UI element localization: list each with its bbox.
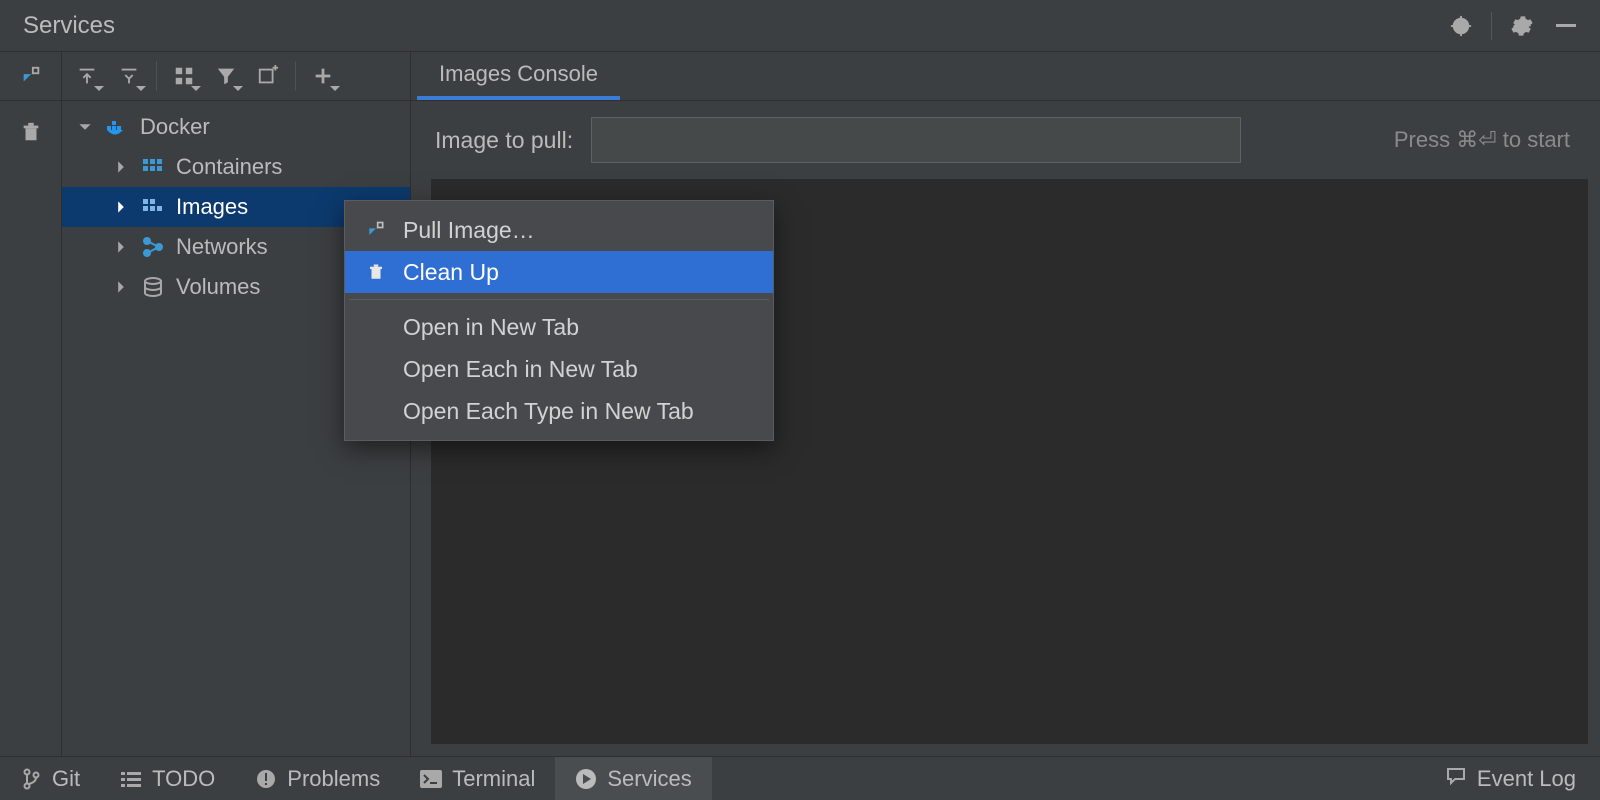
status-terminal[interactable]: Terminal	[400, 757, 555, 800]
chevron-right-icon	[112, 160, 130, 174]
menu-item-open-each-new-tab[interactable]: Open Each in New Tab	[345, 348, 773, 390]
tree-label: Containers	[176, 154, 282, 180]
filter-icon[interactable]	[207, 57, 245, 95]
status-todo[interactable]: TODO	[100, 757, 235, 800]
menu-separator	[349, 299, 769, 300]
toolbar-divider	[156, 61, 157, 91]
status-label: TODO	[152, 766, 215, 792]
status-label: Problems	[287, 766, 380, 792]
images-icon	[140, 198, 166, 216]
expand-all-icon[interactable]	[68, 57, 106, 95]
warning-icon	[255, 769, 277, 789]
play-circle-icon	[575, 768, 597, 790]
minimize-icon[interactable]	[1552, 12, 1580, 40]
trash-icon[interactable]	[12, 113, 50, 151]
tree-label: Volumes	[176, 274, 260, 300]
status-event-log[interactable]: Event Log	[1421, 757, 1600, 800]
menu-item-open-each-type-new-tab[interactable]: Open Each Type in New Tab	[345, 390, 773, 432]
add-icon[interactable]	[304, 57, 342, 95]
containers-icon	[140, 158, 166, 176]
tab-images-console[interactable]: Images Console	[417, 52, 620, 100]
branch-icon	[20, 768, 42, 790]
pull-hint: Press ⌘⏎ to start	[1394, 127, 1570, 153]
tree-node-docker[interactable]: Docker	[62, 107, 410, 147]
main-area: Docker Containers Images	[0, 101, 1600, 756]
context-menu: Pull Image… Clean Up Open in New Tab Ope…	[344, 200, 774, 441]
volumes-icon	[140, 277, 166, 297]
target-icon[interactable]	[1447, 12, 1475, 40]
status-bar: Git TODO Problems Terminal Services Even…	[0, 756, 1600, 800]
group-by-icon[interactable]	[165, 57, 203, 95]
pull-label: Image to pull:	[435, 127, 573, 154]
menu-item-pull-image[interactable]: Pull Image…	[345, 209, 773, 251]
menu-label: Open Each Type in New Tab	[403, 398, 694, 425]
trash-icon	[363, 262, 389, 282]
tab-label: Images Console	[439, 61, 598, 87]
status-services[interactable]: Services	[555, 757, 711, 800]
status-label: Git	[52, 766, 80, 792]
tree-node-containers[interactable]: Containers	[62, 147, 410, 187]
collapse-in-icon[interactable]	[12, 57, 50, 95]
chevron-right-icon	[112, 200, 130, 214]
terminal-icon	[420, 770, 442, 788]
chevron-down-icon	[76, 120, 94, 134]
toolbar-divider	[295, 61, 296, 91]
menu-item-clean-up[interactable]: Clean Up	[345, 251, 773, 293]
open-new-tab-icon[interactable]	[249, 57, 287, 95]
collapse-in-icon	[363, 220, 389, 240]
toolbar-row: Images Console	[0, 52, 1600, 101]
networks-icon	[140, 237, 166, 257]
tool-window-title: Services	[23, 12, 1447, 40]
title-bar-divider	[1491, 12, 1492, 40]
tree-label: Docker	[140, 114, 210, 140]
list-icon	[120, 771, 142, 787]
menu-label: Pull Image…	[403, 217, 535, 244]
menu-item-open-new-tab[interactable]: Open in New Tab	[345, 306, 773, 348]
status-problems[interactable]: Problems	[235, 757, 400, 800]
tab-bar: Images Console	[411, 52, 1600, 100]
collapse-all-icon[interactable]	[110, 57, 148, 95]
tree-label: Images	[176, 194, 248, 220]
status-label: Services	[607, 766, 691, 792]
docker-icon	[104, 117, 130, 137]
menu-label: Open Each in New Tab	[403, 356, 638, 383]
status-git[interactable]: Git	[0, 757, 100, 800]
tree-label: Networks	[176, 234, 268, 260]
title-bar: Services	[0, 0, 1600, 52]
chevron-right-icon	[112, 240, 130, 254]
chevron-right-icon	[112, 280, 130, 294]
gear-icon[interactable]	[1508, 12, 1536, 40]
chat-icon	[1445, 766, 1467, 792]
menu-label: Clean Up	[403, 259, 499, 286]
left-gutter	[0, 101, 62, 756]
image-to-pull-input[interactable]	[591, 117, 1241, 163]
status-label: Event Log	[1477, 766, 1576, 792]
pull-row: Image to pull: Press ⌘⏎ to start	[411, 101, 1600, 179]
status-label: Terminal	[452, 766, 535, 792]
menu-label: Open in New Tab	[403, 314, 579, 341]
